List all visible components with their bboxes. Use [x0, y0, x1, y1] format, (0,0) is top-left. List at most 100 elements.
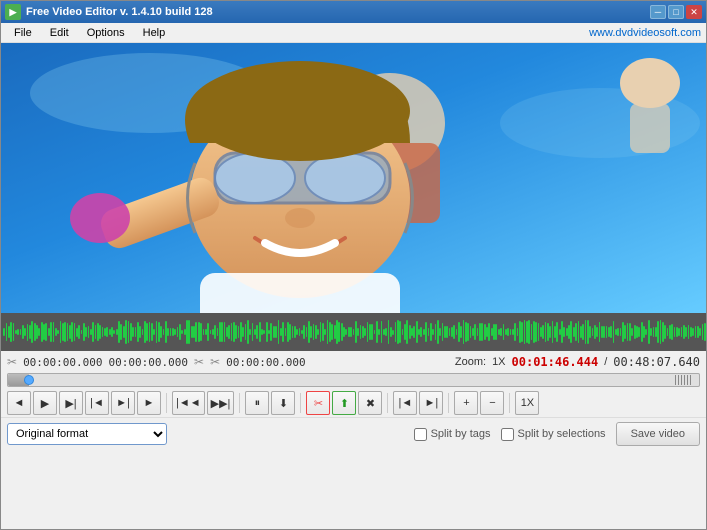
waveform-bar — [270, 323, 272, 341]
waveform-bar — [317, 329, 319, 335]
split-by-selections-group[interactable]: Split by selections — [501, 428, 606, 441]
cut-button[interactable]: ✂ — [306, 391, 330, 415]
next-frame-button[interactable]: ►| — [111, 391, 135, 415]
waveform-bar — [24, 328, 26, 336]
split-by-tags-checkbox[interactable] — [414, 428, 427, 441]
menu-items: File Edit Options Help — [6, 25, 173, 41]
bottom-row: Original format MP4 AVI MKV MOV WMV MP3 … — [1, 417, 706, 450]
waveform-bar — [453, 325, 455, 340]
waveform-bar — [460, 326, 462, 338]
waveform-bar — [474, 324, 476, 341]
waveform-bar — [413, 326, 415, 339]
app-icon: ▶ — [5, 4, 21, 20]
waveform-bar — [378, 329, 380, 335]
waveform-bar — [439, 328, 441, 336]
zoom-label: Zoom: — [455, 356, 486, 368]
next-tag-button[interactable]: ►| — [419, 391, 443, 415]
waveform-bar — [153, 329, 155, 336]
pause-button[interactable]: ⏸ — [245, 391, 269, 415]
split-by-tags-group[interactable]: Split by tags — [414, 428, 491, 441]
waveform-bar — [617, 328, 619, 335]
waveform-bar — [589, 326, 591, 338]
waveform-bar — [371, 324, 373, 340]
waveform-bar — [542, 325, 544, 338]
waveform-bar — [289, 324, 291, 341]
mute-button[interactable]: ✖ — [358, 391, 382, 415]
progress-thumb[interactable] — [24, 375, 34, 385]
waveform-bar — [99, 325, 101, 339]
waveform-bar — [399, 321, 401, 344]
vol-up-button[interactable]: + — [454, 391, 478, 415]
progress-row[interactable] — [7, 373, 700, 387]
waveform-bar — [345, 329, 347, 335]
waveform-bar — [467, 323, 469, 341]
save-video-button[interactable]: Save video — [616, 422, 700, 446]
main-window: ▶ Free Video Editor v. 1.4.10 build 128 … — [0, 0, 707, 530]
time-cut: 00:00:00.000 — [226, 356, 305, 369]
waveform-bar — [549, 326, 551, 338]
time-right: Zoom: 1X 00:01:46.444 / 00:48:07.640 — [455, 355, 700, 369]
speed-button[interactable]: 1X — [515, 391, 539, 415]
window-title: Free Video Editor v. 1.4.10 build 128 — [26, 6, 213, 18]
waveform-bar — [10, 322, 12, 342]
waveform-bar — [249, 329, 251, 335]
prev-tag-button[interactable]: |◄ — [393, 391, 417, 415]
menu-edit[interactable]: Edit — [42, 25, 77, 41]
waveform-bar — [425, 322, 427, 343]
vol-down-button[interactable]: − — [480, 391, 504, 415]
waveform-bar — [188, 320, 190, 344]
play-button[interactable]: ▶ — [33, 391, 57, 415]
bottom-right: Split by tags Split by selections Save v… — [414, 422, 700, 446]
waveform-bar — [671, 324, 673, 340]
waveform-bar — [221, 322, 223, 343]
website-link[interactable]: www.dvdvideosoft.com — [589, 27, 701, 39]
waveform-bar — [207, 323, 209, 342]
waveform-bar — [167, 328, 169, 336]
waveform-bar — [610, 326, 612, 338]
split-by-selections-checkbox[interactable] — [501, 428, 514, 441]
waveform-bar — [282, 322, 284, 342]
waveform-bar — [432, 329, 434, 335]
waveform-bar — [120, 324, 122, 340]
go-start-button[interactable]: |◄◄ — [172, 391, 205, 415]
waveform-bar — [263, 330, 265, 334]
waveform-bar — [296, 329, 298, 335]
export-button[interactable]: ⬆ — [332, 391, 356, 415]
minimize-button[interactable]: ─ — [650, 5, 666, 19]
play-to-button[interactable]: ▶| — [59, 391, 83, 415]
separator-1 — [166, 393, 167, 413]
waveform-bar — [45, 323, 47, 342]
download-button[interactable]: ⬇ — [271, 391, 295, 415]
waveform-bar — [650, 328, 652, 336]
menu-file[interactable]: File — [6, 25, 40, 41]
menu-options[interactable]: Options — [79, 25, 133, 41]
waveform-bar — [31, 321, 33, 342]
waveform-bar — [664, 325, 666, 339]
rewind-back-button[interactable]: ◄ — [7, 391, 31, 415]
go-end-button[interactable]: ▶▶| — [207, 391, 235, 415]
total-time: 00:48:07.640 — [613, 355, 700, 369]
waveform-bar — [528, 320, 530, 343]
waveform-bar — [645, 329, 647, 334]
waveform-bar — [242, 327, 244, 336]
waveform-bar — [303, 325, 305, 340]
maximize-button[interactable]: □ — [668, 5, 684, 19]
waveform-bar — [514, 323, 516, 342]
waveform-bar — [556, 322, 558, 343]
forward-button[interactable]: ► — [137, 391, 161, 415]
prev-frame-button[interactable]: |◄ — [85, 391, 109, 415]
waveform-bar — [38, 328, 40, 336]
waveform-bar — [357, 328, 359, 336]
menu-bar: File Edit Options Help www.dvdvideosoft.… — [1, 23, 706, 43]
video-svg — [1, 43, 706, 313]
waveform-bar — [624, 325, 626, 339]
title-bar-controls: ─ □ ✕ — [650, 5, 702, 19]
format-select[interactable]: Original format MP4 AVI MKV MOV WMV MP3 — [7, 423, 167, 445]
menu-help[interactable]: Help — [135, 25, 174, 41]
title-bar-left: ▶ Free Video Editor v. 1.4.10 build 128 — [5, 4, 213, 20]
current-time: 00:01:46.444 — [512, 355, 599, 369]
close-button[interactable]: ✕ — [686, 5, 702, 19]
waveform-bar — [71, 322, 73, 341]
progress-track[interactable] — [7, 373, 700, 387]
waveform-bar — [603, 326, 605, 337]
